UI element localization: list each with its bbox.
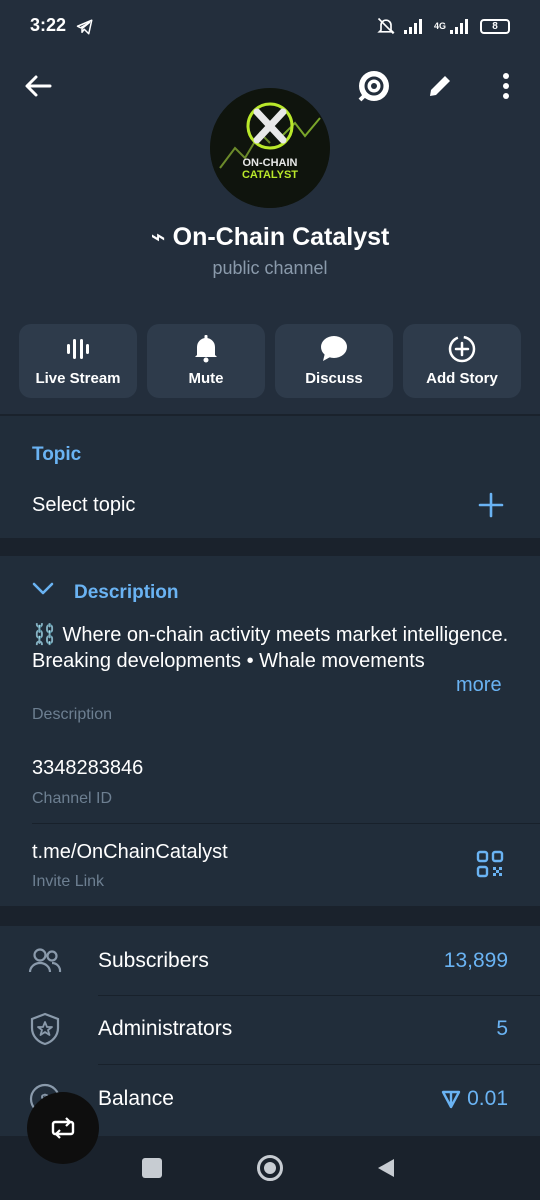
channel-id-value: 3348283846	[32, 757, 144, 779]
administrators-row[interactable]: Administrators 5	[0, 996, 540, 1064]
select-topic-label: Select topic	[32, 494, 136, 516]
live-stream-button[interactable]: Live Stream	[19, 324, 137, 398]
users-icon	[28, 948, 62, 973]
channel-title: ⌁ On-Chain Catalyst	[150, 223, 390, 251]
status-time: 3:22	[30, 15, 67, 35]
shield-star-icon	[30, 1012, 60, 1046]
avatar-text-line1: ON-CHAIN	[243, 157, 298, 169]
add-topic-icon[interactable]	[478, 492, 504, 518]
swap-icon	[51, 1117, 75, 1139]
pencil-icon	[430, 76, 450, 96]
live-stream-icon	[63, 334, 93, 364]
description-line2: Breaking developments • Whale movements	[32, 650, 425, 672]
discuss-button[interactable]: Discuss	[275, 324, 393, 398]
invite-link-row[interactable]: t.me/OnChainCatalyst Invite Link	[0, 824, 540, 904]
battery-icon: 8	[480, 18, 510, 34]
channel-type: public channel	[212, 258, 328, 278]
topic-card: Topic Select topic	[0, 416, 540, 538]
subscribers-label: Subscribers	[98, 949, 209, 972]
mute-button[interactable]: Mute	[147, 324, 265, 398]
ton-diamond-icon	[441, 1090, 461, 1109]
topic-title: Topic	[32, 444, 82, 465]
network-label: 4G	[433, 21, 446, 31]
administrators-label: Administrators	[98, 1017, 233, 1040]
back-triangle-icon[interactable]	[376, 1157, 396, 1179]
mute-label: Mute	[188, 370, 224, 387]
stats-gear-icon	[358, 71, 389, 102]
invite-link-value: t.me/OnChainCatalyst	[32, 841, 228, 863]
add-story-button[interactable]: Add Story	[403, 324, 521, 398]
description-line1: ⛓️ Where on-chain activity meets market …	[32, 624, 509, 646]
home-button[interactable]	[257, 1155, 283, 1181]
balance-value-group: 0.01	[441, 1087, 508, 1111]
floating-switch-button[interactable]	[27, 1092, 99, 1164]
action-buttons: Live Stream Mute Discuss Add Story	[19, 324, 521, 398]
balance-label: Balance	[98, 1087, 174, 1110]
channel-avatar[interactable]: ON-CHAIN CATALYST	[210, 88, 330, 208]
invite-link-label: Invite Link	[32, 873, 105, 890]
avatar-text-line2: CATALYST	[242, 169, 298, 181]
subscribers-count: 13,899	[443, 949, 508, 972]
description-label: Description	[32, 706, 113, 723]
signal-icon-2	[450, 19, 468, 34]
live-stream-label: Live Stream	[35, 370, 121, 387]
status-indicators: 4G 8	[376, 16, 510, 36]
balance-amount: 0.01	[467, 1087, 508, 1110]
add-story-icon	[447, 334, 477, 364]
channel-id-row[interactable]: 3348283846 Channel ID	[0, 740, 540, 822]
description-title: Description	[74, 582, 179, 603]
qr-code-icon[interactable]	[476, 850, 504, 878]
signal-icon	[403, 19, 422, 34]
more-menu-button[interactable]	[488, 68, 524, 104]
back-arrow-icon[interactable]	[22, 70, 54, 102]
divider	[98, 1064, 540, 1065]
description-text: ⛓️ Where on-chain activity meets market …	[32, 622, 512, 674]
channel-id-label: Channel ID	[32, 790, 113, 807]
recents-button[interactable]	[142, 1158, 162, 1178]
telegram-icon	[76, 19, 93, 35]
status-bar: 3:22 4G 8	[0, 0, 540, 56]
select-topic-row[interactable]: Select topic	[0, 480, 540, 532]
edit-button[interactable]	[422, 68, 458, 104]
channel-logo: ON-CHAIN CATALYST	[210, 88, 330, 208]
channel-header: 3:22 4G 8 ON-CHAIN CATALYST ⌁ On-Chain C…	[0, 0, 540, 414]
discuss-label: Discuss	[305, 370, 363, 387]
battery-level: 8	[492, 20, 498, 32]
chat-bubble-icon	[319, 334, 349, 364]
bell-off-icon	[377, 17, 395, 35]
description-more-link[interactable]: more	[456, 674, 502, 697]
bell-icon	[191, 334, 221, 364]
subscribers-row[interactable]: Subscribers 13,899	[0, 928, 540, 996]
statistics-button[interactable]	[356, 68, 392, 104]
administrators-count: 5	[496, 1017, 508, 1040]
description-fade	[410, 674, 456, 702]
home-dot	[264, 1162, 276, 1174]
chevron-down-icon	[32, 582, 54, 595]
add-story-label: Add Story	[426, 370, 498, 387]
more-vertical-icon	[503, 73, 509, 99]
description-header[interactable]: Description	[0, 570, 300, 610]
